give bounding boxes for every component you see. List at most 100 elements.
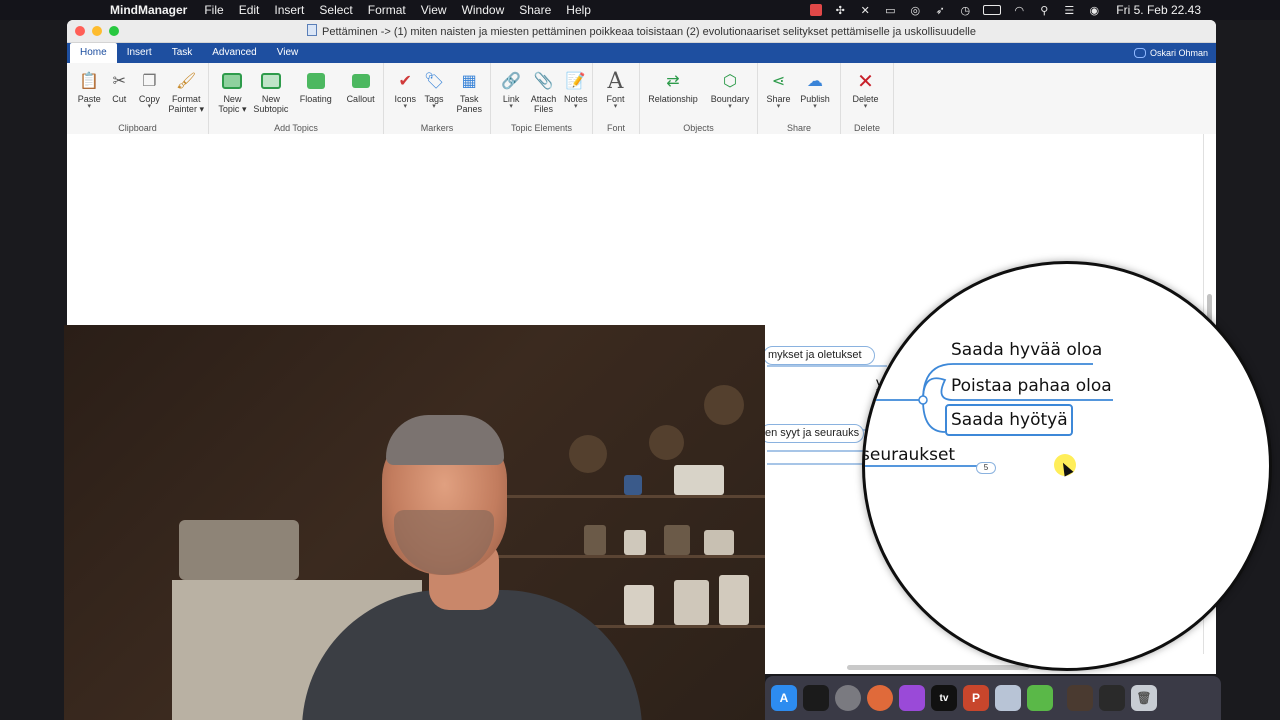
map-node-syyt[interactable]: en syyt ja seurauks	[760, 424, 865, 443]
shelf-item	[704, 530, 734, 555]
menu-share[interactable]: Share	[519, 3, 551, 17]
ribbon: 📋 Paste ▾ ✂ Cut ❐ Copy ▾ 🖌 Format Painter ▾ Cli…	[67, 63, 1216, 136]
apple-tv-icon[interactable]: tv	[931, 685, 957, 711]
icons-marker-icon: ✔	[398, 73, 412, 90]
menu-view[interactable]: View	[421, 3, 447, 17]
magnified-topic-poistaa-pahaa-oloa[interactable]: Poistaa pahaa oloa	[951, 376, 1112, 396]
shelf-item	[674, 580, 709, 625]
menu-app-name[interactable]: MindManager	[110, 3, 187, 17]
group-clipboard: 📋 Paste ▾ ✂ Cut ❐ Copy ▾ 🖌 Format Painter ▾ Cli…	[67, 63, 209, 135]
battery-icon[interactable]	[983, 5, 1002, 15]
magnifier-lens: Saada hyvää oloa Poistaa pahaa oloa Saad…	[862, 261, 1272, 671]
group-label-clipboard: Clipboard	[118, 123, 157, 133]
group-label-markers: Markers	[420, 123, 454, 133]
tab-task[interactable]: Task	[162, 43, 203, 63]
magnified-topic-saada-hyvaa-oloa[interactable]: Saada hyvää oloa	[951, 340, 1102, 360]
hotspot-icon[interactable]: ◎	[908, 4, 922, 17]
group-delete: ✕ Delete ▾ Delete	[841, 63, 894, 135]
attach-files-label: Attach Files	[530, 94, 557, 114]
terminal-icon[interactable]	[1099, 685, 1125, 711]
control-center-icon[interactable]: ☰	[1062, 4, 1076, 17]
screen-icon[interactable]: ▭	[883, 4, 897, 17]
map-node-mykset[interactable]: mykset ja oletukset	[763, 346, 875, 365]
group-markers: ✔ Icons ▾ 🏷 Tags ▾ ▦ Task Panes Markers	[384, 63, 491, 135]
settings-icon[interactable]	[835, 685, 861, 711]
tab-home[interactable]: Home	[70, 43, 117, 63]
menu-insert[interactable]: Insert	[274, 3, 304, 17]
window-title-text: Pettäminen -> (1) miten naisten ja miest…	[322, 26, 976, 38]
user-account[interactable]: Oskari Ohman	[1133, 43, 1208, 63]
collapsed-count-badge[interactable]: 5	[976, 462, 996, 474]
recording-icon[interactable]	[810, 4, 823, 16]
shelf-item	[624, 530, 646, 555]
webcam-overlay	[64, 325, 765, 720]
wall-plate	[649, 425, 684, 460]
new-subtopic-icon	[260, 71, 281, 91]
menu-edit[interactable]: Edit	[239, 3, 260, 17]
wall-plate	[704, 385, 744, 425]
clipboard-icon: 📋	[79, 73, 100, 90]
rocket-status-icon[interactable]: ➶	[933, 4, 947, 17]
menu-file[interactable]: File	[204, 3, 223, 17]
tab-advanced[interactable]: Advanced	[202, 43, 266, 63]
format-painter-label: Format Painter ▾	[168, 94, 204, 114]
magnified-topic-seuraukset[interactable]: seuraukset	[865, 445, 955, 465]
app-store-icon[interactable]: A	[771, 685, 797, 711]
menu-bar: MindManager File Edit Insert Select Form…	[0, 0, 1280, 20]
puzzle-icon[interactable]: ✣	[833, 4, 847, 17]
floating-label: Floating	[299, 94, 332, 104]
screenshot-icon[interactable]	[995, 685, 1021, 711]
shelf-item	[674, 465, 724, 495]
group-share: ⋖ Share ▾ ☁ Publish ▾ Share	[758, 63, 841, 135]
wifi-icon[interactable]: ◠	[1012, 4, 1026, 17]
tab-view[interactable]: View	[267, 43, 309, 63]
shelf-item	[624, 475, 642, 495]
group-topic-elements: 🔗 Link ▾ 📎 Attach Files 📝 Notes ▾ Topic Elemen…	[491, 63, 593, 135]
trash-icon[interactable]: 🗑	[1131, 685, 1157, 711]
tag-icon: 🏷	[423, 73, 445, 90]
group-add-topics: New Topic ▾ New Subtopic Floating Callout …	[209, 63, 384, 135]
new-subtopic-label: New Subtopic	[253, 94, 289, 114]
group-label-add-topics: Add Topics	[274, 123, 318, 133]
mindmanager-icon[interactable]	[1027, 685, 1053, 711]
video-thumbnail-icon[interactable]	[1067, 685, 1093, 711]
group-objects: ⇄ Relationship ⬡ Boundary ▾ Objects	[640, 63, 758, 135]
menu-select[interactable]: Select	[319, 3, 352, 17]
tab-insert[interactable]: Insert	[117, 43, 162, 63]
group-font: A Font ▾ Font	[593, 63, 640, 135]
menu-format[interactable]: Format	[368, 3, 406, 17]
cloud-upload-icon: ☁	[807, 73, 823, 90]
powerpoint-icon[interactable]: P	[963, 685, 989, 711]
siri-icon[interactable]: ◉	[1087, 4, 1101, 17]
new-topic-label: New Topic ▾	[218, 94, 247, 114]
shelf-item	[719, 575, 749, 625]
person-hair	[386, 415, 504, 465]
callout-icon	[351, 71, 371, 91]
notes-icon: 📝	[565, 73, 586, 90]
podcasts-icon[interactable]	[899, 685, 925, 711]
tools-icon[interactable]: ✕	[858, 4, 872, 17]
copy-icon: ❐	[142, 73, 157, 90]
shelf-item	[584, 525, 606, 555]
paperclip-icon: 📎	[533, 73, 554, 90]
shelf	[484, 555, 765, 558]
group-label-share: Share	[786, 123, 812, 133]
group-label-font: Font	[606, 123, 625, 133]
basket	[179, 520, 299, 580]
ribbon-tabs: Home Insert Task Advanced View Oskari Oh…	[67, 43, 1216, 63]
group-label-delete: Delete	[853, 123, 880, 133]
magnified-topic-saada-hyotya[interactable]: Saada hyötyä	[951, 410, 1068, 430]
menu-help[interactable]: Help	[566, 3, 591, 17]
group-label-topic-elements: Topic Elements	[510, 123, 573, 133]
kindle-icon[interactable]	[803, 685, 829, 711]
menu-window[interactable]: Window	[462, 3, 505, 17]
boundary-icon: ⬡	[723, 73, 737, 90]
shelf	[494, 495, 765, 498]
delete-x-icon: ✕	[857, 70, 874, 93]
spotlight-icon[interactable]: ⚲	[1037, 4, 1051, 17]
new-topic-icon	[222, 71, 243, 91]
link-icon: 🔗	[501, 73, 522, 90]
rocket-icon[interactable]	[867, 685, 893, 711]
clock[interactable]: Fri 5. Feb 22.43	[1116, 3, 1201, 17]
time-machine-icon[interactable]: ◷	[958, 4, 972, 17]
